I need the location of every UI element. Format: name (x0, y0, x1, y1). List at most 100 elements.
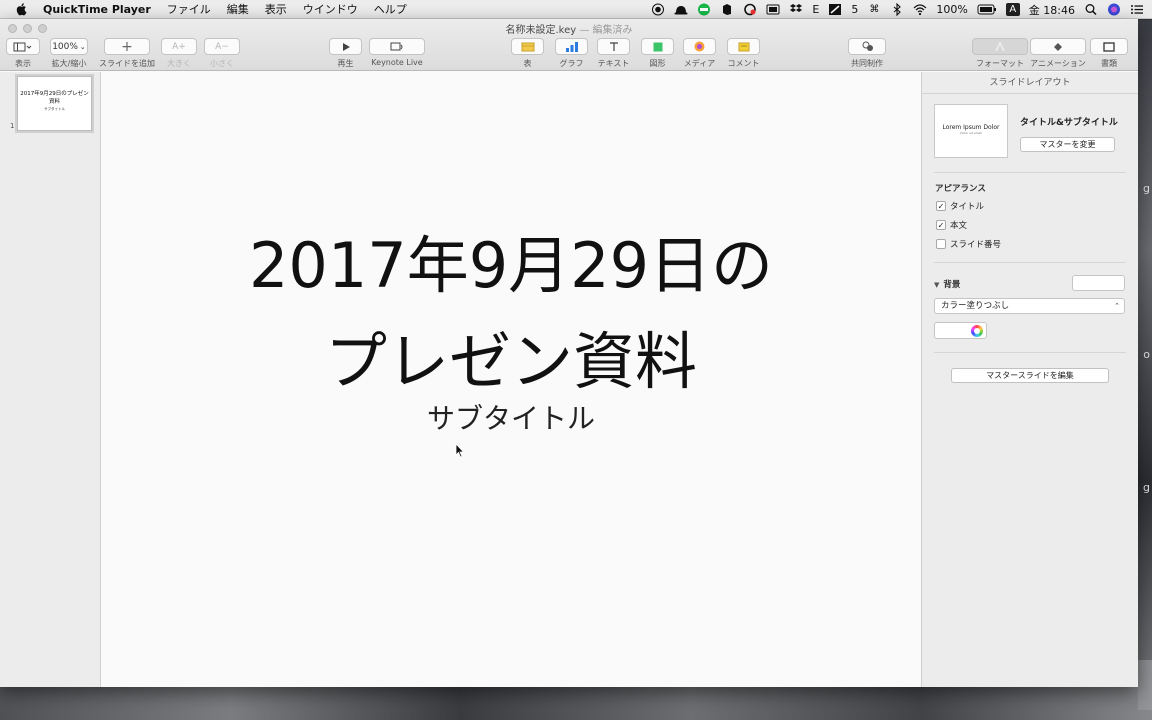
collaborate-label: 共同制作 (851, 59, 883, 68)
sync-icon[interactable] (743, 3, 757, 16)
menu-edit[interactable]: 編集 (227, 1, 249, 17)
slide-number-checkbox[interactable]: スライド番号 (936, 238, 1001, 250)
desktop-edge-text: g (1143, 481, 1150, 494)
menu-window[interactable]: ウインドウ (303, 1, 358, 17)
line-icon[interactable] (697, 3, 711, 16)
add-slide-button[interactable]: + (104, 38, 150, 55)
fill-type-select[interactable]: カラー塗りつぶし ⌃ (934, 298, 1125, 314)
battery-percent[interactable]: 100% (936, 3, 967, 16)
view-button[interactable] (6, 38, 40, 55)
format-tool[interactable]: フォーマット (972, 38, 1028, 69)
title-checkbox[interactable]: ✓ タイトル (936, 200, 984, 212)
bluetooth-icon[interactable] (890, 3, 904, 16)
chart-button[interactable] (555, 38, 588, 55)
screen-icon[interactable] (766, 3, 780, 16)
add-slide-label: スライドを追加 (99, 59, 155, 68)
collaborate-button[interactable] (848, 38, 886, 55)
siri-icon[interactable] (1107, 3, 1121, 16)
format-button[interactable] (972, 38, 1028, 55)
menu-view[interactable]: 表示 (265, 1, 287, 17)
slide-thumbnail[interactable]: 2017年9月29日のプレゼン資料 サブタイトル (17, 76, 92, 131)
slide-number: 1 (10, 122, 15, 130)
layout-name: タイトル&サブタイトル (1020, 118, 1118, 128)
apple-icon[interactable] (15, 2, 29, 16)
view-tool[interactable]: 表示 (6, 38, 40, 69)
color-wheel-icon[interactable] (971, 325, 983, 337)
smaller-button[interactable]: A− (204, 38, 240, 55)
notification-center-icon[interactable] (1130, 3, 1144, 16)
media-button[interactable] (683, 38, 716, 55)
disclosure-triangle-icon: ▼ (934, 281, 940, 289)
document-button[interactable] (1090, 38, 1128, 55)
shape-tool[interactable]: 図形 (641, 38, 674, 69)
chart-tool[interactable]: グラフ (555, 38, 588, 69)
text-tool[interactable]: テキスト (597, 38, 630, 69)
hat-icon[interactable] (674, 3, 688, 16)
table-button[interactable] (511, 38, 544, 55)
menubar-clock[interactable]: 金 18:46 (1029, 2, 1075, 18)
background-color-swatch[interactable] (1072, 275, 1125, 291)
shape-icon (653, 42, 662, 51)
keynote-live-label: Keynote Live (371, 58, 423, 67)
e-status-label[interactable]: E (812, 3, 819, 16)
play-button[interactable] (329, 38, 362, 55)
animation-button[interactable] (1030, 38, 1086, 55)
appearance-heading: アピアランス (935, 184, 986, 194)
media-tool[interactable]: メディア (683, 38, 716, 69)
body-checkbox[interactable]: ✓ 本文 (936, 219, 967, 231)
menu-help[interactable]: ヘルプ (374, 1, 407, 17)
edit-master-slide-button[interactable]: マスタースライドを編集 (951, 368, 1109, 383)
unchecked-box-icon (936, 239, 946, 249)
bigger-tool[interactable]: A+ 大きく (161, 38, 197, 69)
doc-edited-status: — 編集済み (579, 25, 633, 36)
slide-title[interactable]: 2017年9月29日の プレゼン資料 (101, 218, 921, 410)
keynote-live-button[interactable] (369, 38, 425, 55)
table-tool[interactable]: 表 (511, 38, 544, 69)
collaborate-icon (862, 41, 873, 51)
color-well[interactable] (934, 322, 987, 339)
menu-file[interactable]: ファイル (167, 1, 211, 17)
dropbox-icon[interactable] (789, 3, 803, 16)
desktop-edge-text: o (1143, 348, 1150, 361)
font-bigger-icon: A+ (172, 41, 186, 52)
app-badge-icon[interactable] (828, 3, 842, 16)
keynote-live-tool[interactable]: Keynote Live (369, 38, 425, 67)
bigger-button[interactable]: A+ (161, 38, 197, 55)
command-icon[interactable]: ⌘ (867, 3, 881, 16)
spotlight-icon[interactable] (1084, 3, 1098, 16)
animation-tool[interactable]: アニメーション (1030, 38, 1086, 69)
five-status-label[interactable]: 5 (851, 3, 858, 16)
media-label: メディア (683, 59, 716, 68)
input-source-icon[interactable]: A (1005, 3, 1020, 16)
text-icon (609, 41, 618, 51)
play-tool[interactable]: 再生 (329, 38, 362, 69)
animation-icon (1054, 42, 1062, 51)
slide-subtitle[interactable]: サブタイトル (101, 397, 921, 437)
table-icon (521, 42, 534, 51)
add-slide-tool[interactable]: + スライドを追加 (99, 38, 155, 69)
record-icon[interactable] (651, 3, 665, 16)
background-heading[interactable]: ▼ 背景 (934, 278, 960, 290)
document-tool[interactable]: 書類 (1090, 38, 1128, 69)
play-label: 再生 (337, 59, 354, 68)
document-title[interactable]: 名称未設定.key — 編集済み (0, 21, 1138, 36)
evernote-icon[interactable] (720, 3, 734, 16)
zoom-tool[interactable]: 100% ⌄ 拡大/縮小 (50, 38, 88, 69)
wifi-icon[interactable] (913, 3, 927, 16)
comment-button[interactable] (727, 38, 760, 55)
bigger-label: 大きく (167, 59, 191, 68)
layout-preview[interactable]: Lorem Ipsum Dolor Dolor sit amet (934, 104, 1008, 158)
smaller-tool[interactable]: A− 小さく (204, 38, 240, 69)
keynote-window: 名称未設定.key — 編集済み 表示 100% ⌄ 拡大/縮小 + スライドを… (0, 19, 1138, 687)
doc-title-text: 名称未設定.key (505, 25, 577, 36)
text-button[interactable] (597, 38, 630, 55)
table-label: 表 (523, 59, 532, 68)
zoom-select[interactable]: 100% ⌄ (50, 38, 88, 55)
shape-button[interactable] (641, 38, 674, 55)
battery-icon[interactable] (977, 3, 997, 16)
app-menu[interactable]: QuickTime Player (43, 3, 151, 16)
comment-tool[interactable]: コメント (727, 38, 760, 69)
collaborate-tool[interactable]: 共同制作 (848, 38, 886, 69)
slide-canvas[interactable]: 2017年9月29日の プレゼン資料 サブタイトル (101, 72, 921, 687)
change-master-button[interactable]: マスターを変更 (1020, 137, 1115, 152)
